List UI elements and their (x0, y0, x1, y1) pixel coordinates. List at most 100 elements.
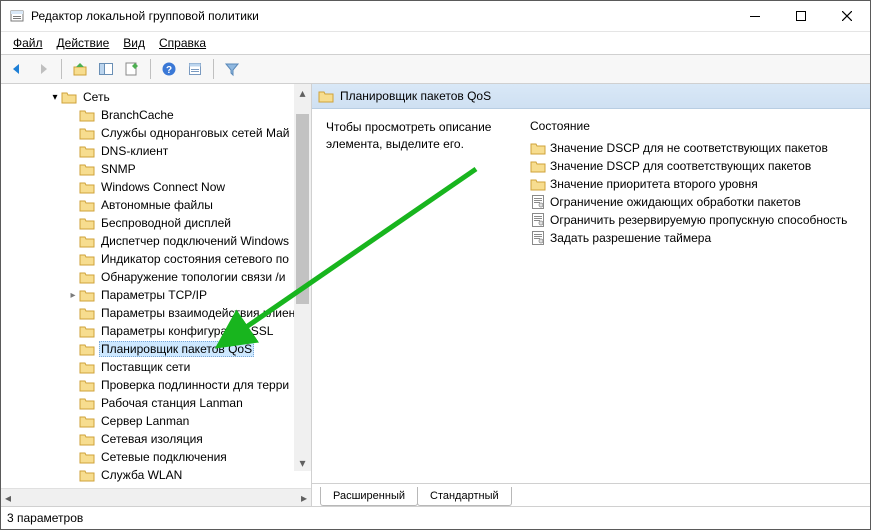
tree-item[interactable]: Сетевая изоляция (1, 430, 311, 448)
tree-item[interactable]: Службы одноранговых сетей Май (1, 124, 311, 142)
tree-item[interactable]: Диспетчер подключений Windows (1, 232, 311, 250)
folder-icon (79, 341, 95, 357)
filter-button[interactable] (220, 57, 244, 81)
tree-item[interactable]: Параметры конфигурации SSL (1, 322, 311, 340)
tree-label: Службы одноранговых сетей Май (99, 126, 291, 140)
tab-standard[interactable]: Стандартный (417, 487, 512, 506)
help-button[interactable]: ? (157, 57, 181, 81)
tree-item[interactable]: Служба WLAN (1, 466, 311, 484)
tree-item[interactable]: Автономные файлы (1, 196, 311, 214)
tree-label: Беспроводной дисплей (99, 216, 233, 230)
tree-item[interactable]: Беспроводной дисплей (1, 214, 311, 232)
list-item-label: Ограничение ожидающих обработки пакетов (550, 195, 801, 209)
tree-label: Параметры взаимодействия клиен (99, 306, 297, 320)
tree-item[interactable]: Рабочая станция Lanman (1, 394, 311, 412)
show-hide-tree-button[interactable] (94, 57, 118, 81)
list-item-label: Ограничить резервируемую пропускную спос… (550, 213, 847, 227)
tab-extended[interactable]: Расширенный (320, 487, 418, 506)
tree-item[interactable]: DNS-клиент (1, 142, 311, 160)
tree-item[interactable]: ▸ Параметры TCP/IP (1, 286, 311, 304)
folder-icon (79, 413, 95, 429)
tree-label: Диспетчер подключений Windows (99, 234, 291, 248)
list-item[interactable]: Ограничение ожидающих обработки пакетов (530, 193, 856, 211)
tree[interactable]: ▾ Сеть BranchCache Службы одноранговых сете… (1, 84, 311, 488)
folder-icon (79, 269, 95, 285)
properties-button[interactable] (183, 57, 207, 81)
tree-label: DNS-клиент (99, 144, 170, 158)
folder-icon (530, 140, 546, 156)
content-title: Планировщик пакетов QoS (340, 89, 491, 103)
collapse-icon[interactable]: ▾ (49, 92, 61, 103)
tree-label: Сеть (81, 90, 112, 104)
statusbar: 3 параметров (1, 506, 870, 529)
list-item[interactable]: Ограничить резервируемую пропускную спос… (530, 211, 856, 229)
content-header: Планировщик пакетов QoS (312, 84, 870, 109)
folder-icon (79, 395, 95, 411)
titlebar: Редактор локальной групповой политики (1, 1, 870, 31)
forward-button[interactable] (31, 57, 55, 81)
folder-icon (79, 467, 95, 483)
tree-label: SNMP (99, 162, 138, 176)
expand-icon[interactable]: ▸ (67, 290, 79, 301)
list-item[interactable]: Значение приоритета второго уровня (530, 175, 856, 193)
content-pane: Планировщик пакетов QoS Чтобы просмотрет… (312, 84, 870, 506)
folder-icon (79, 143, 95, 159)
up-button[interactable] (68, 57, 92, 81)
tree-label: Проверка подлинности для терри (99, 378, 291, 392)
list-item[interactable]: Значение DSCP для не соответствующих пак… (530, 139, 856, 157)
tree-label: Обнаружение топологии связи /и (99, 270, 287, 284)
setting-icon (530, 194, 546, 210)
tree-item[interactable]: SNMP (1, 160, 311, 178)
folder-icon (79, 287, 95, 303)
scrollbar-thumb[interactable] (296, 114, 309, 304)
maximize-button[interactable] (778, 1, 824, 31)
menu-help[interactable]: Справка (153, 34, 212, 52)
menu-file[interactable]: Файл (7, 34, 49, 52)
tabs: Расширенный Стандартный (312, 483, 870, 506)
tree-item[interactable]: Планировщик пакетов QoS (1, 340, 311, 358)
tree-label: Windows Connect Now (99, 180, 227, 194)
folder-icon (61, 89, 77, 105)
tree-item[interactable]: Сетевые подключения (1, 448, 311, 466)
menu-action[interactable]: Действие (51, 34, 116, 52)
tree-label: Автономные файлы (99, 198, 215, 212)
tree-item[interactable]: Параметры взаимодействия клиен (1, 304, 311, 322)
scroll-up-arrow[interactable]: ▴ (294, 84, 311, 101)
vertical-scrollbar[interactable]: ▴ ▾ (294, 84, 311, 471)
minimize-button[interactable] (732, 1, 778, 31)
tree-label: Планировщик пакетов QoS (99, 341, 254, 357)
app-icon (9, 8, 25, 24)
setting-icon (530, 230, 546, 246)
export-list-button[interactable] (120, 57, 144, 81)
tree-item[interactable]: Поставщик сети (1, 358, 311, 376)
folder-icon (79, 197, 95, 213)
tree-item[interactable]: Сервер Lanman (1, 412, 311, 430)
folder-icon (79, 323, 95, 339)
close-button[interactable] (824, 1, 870, 31)
tree-item[interactable]: Проверка подлинности для терри (1, 376, 311, 394)
folder-icon (79, 359, 95, 375)
folder-icon (79, 107, 95, 123)
list-item[interactable]: Задать разрешение таймера (530, 229, 856, 247)
list-item[interactable]: Значение DSCP для соответствующих пакето… (530, 157, 856, 175)
tree-label: BranchCache (99, 108, 176, 122)
horizontal-scrollbar[interactable]: ◂▸ (1, 488, 311, 506)
tree-label: Индикатор состояния сетевого по (99, 252, 291, 266)
tree-item-root[interactable]: ▾ Сеть (1, 88, 311, 106)
scroll-down-arrow[interactable]: ▾ (294, 454, 311, 471)
tree-item[interactable]: Windows Connect Now (1, 178, 311, 196)
tree-label: Рабочая станция Lanman (99, 396, 245, 410)
tree-item[interactable]: BranchCache (1, 106, 311, 124)
tree-label: Параметры конфигурации SSL (99, 324, 275, 338)
folder-icon (530, 176, 546, 192)
setting-icon (530, 212, 546, 228)
list-item-label: Значение DSCP для не соответствующих пак… (550, 141, 828, 155)
tree-label: Параметры TCP/IP (99, 288, 209, 302)
tree-item[interactable]: Индикатор состояния сетевого по (1, 250, 311, 268)
back-button[interactable] (5, 57, 29, 81)
toolbar: ? (1, 54, 870, 84)
menu-view[interactable]: Вид (117, 34, 151, 52)
tree-item[interactable]: Обнаружение топологии связи /и (1, 268, 311, 286)
tree-label: Поставщик сети (99, 360, 192, 374)
folder-icon (79, 431, 95, 447)
